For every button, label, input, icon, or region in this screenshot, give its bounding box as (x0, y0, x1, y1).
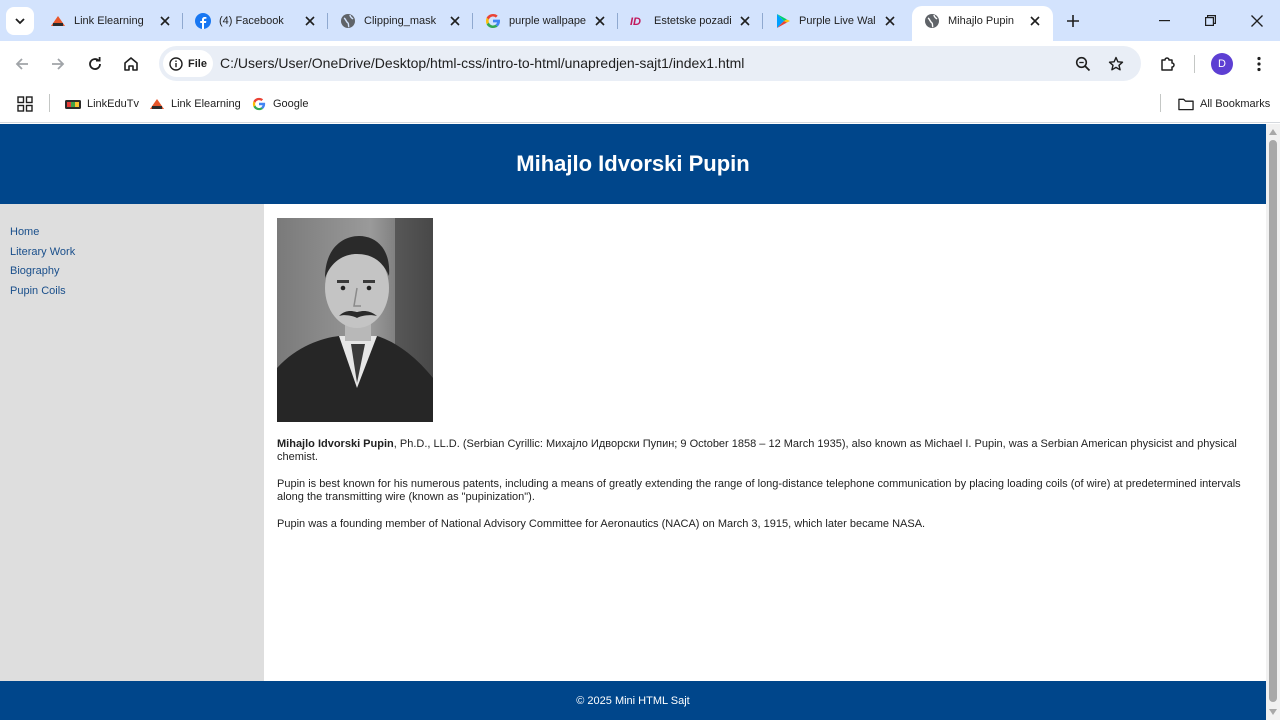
tab-mihajlo-pupin[interactable]: Mihajlo Pupin (912, 6, 1053, 41)
new-tab-button[interactable] (1060, 8, 1086, 34)
tab-facebook[interactable]: (4) Facebook (183, 7, 328, 35)
page-scrollbar[interactable] (1266, 124, 1280, 720)
bookmark-google[interactable]: Google (251, 94, 308, 114)
folder-icon (1178, 96, 1194, 112)
play-store-icon (775, 13, 791, 29)
star-icon (1108, 56, 1124, 71)
all-bookmarks-button[interactable]: All Bookmarks (1178, 94, 1270, 114)
globe-icon (340, 13, 356, 29)
close-icon[interactable] (1027, 13, 1043, 29)
linkedutv-icon (65, 96, 81, 112)
naca-paragraph: Pupin was a founding member of National … (277, 518, 926, 530)
nav-link-biography[interactable]: Biography (10, 262, 264, 282)
page-title: Mihajlo Idvorski Pupin (516, 151, 750, 176)
minimize-button[interactable] (1141, 0, 1187, 41)
bookmark-label: Link Elearning (171, 98, 241, 110)
link-elearning-icon (149, 96, 165, 112)
restore-button[interactable] (1187, 0, 1233, 41)
estetske-icon: ID (630, 13, 646, 29)
profile-avatar[interactable]: D (1211, 53, 1233, 75)
tab-strip: Link Elearning (4) Facebook Clipping_mas… (0, 0, 1280, 41)
scroll-up-icon[interactable] (1268, 127, 1278, 137)
nav-link-home[interactable]: Home (10, 223, 264, 243)
menu-button[interactable] (1245, 50, 1273, 78)
web-page: Mihajlo Idvorski Pupin Home Literary Wor… (0, 124, 1266, 720)
home-button[interactable] (117, 50, 145, 78)
facebook-icon (195, 13, 211, 29)
bookmark-label: Google (273, 98, 309, 110)
nav-link-literary-work[interactable]: Literary Work (10, 243, 264, 263)
patents-paragraph: Pupin is best known for his numerous pat… (277, 478, 1241, 503)
browser-toolbar: File C:/Users/User/OneDrive/Desktop/html… (0, 41, 1280, 86)
tab-purple-live-wallpapers[interactable]: Purple Live Wallpapers (763, 7, 908, 35)
globe-icon (924, 13, 940, 29)
info-icon (169, 56, 183, 71)
close-icon (1251, 14, 1263, 27)
reload-icon (89, 57, 101, 70)
bookmark-linkedutv[interactable]: LinkEduTv (65, 94, 139, 114)
all-bookmarks-label: All Bookmarks (1200, 98, 1271, 110)
address-bar[interactable]: File C:/Users/User/OneDrive/Desktop/html… (159, 46, 1141, 81)
close-icon[interactable] (157, 13, 173, 29)
site-footer: © 2025 Mini HTML Sajt (0, 681, 1266, 720)
back-button[interactable] (8, 50, 36, 78)
plus-icon (1067, 15, 1079, 27)
arrow-left-icon (15, 58, 28, 70)
tab-search-button[interactable] (6, 7, 34, 35)
chip-label: File (188, 57, 207, 70)
tab-clipping-mask[interactable]: Clipping_mask (328, 7, 473, 35)
reload-button[interactable] (81, 50, 109, 78)
close-window-button[interactable] (1234, 0, 1280, 41)
tab-estetske-pozadine[interactable]: ID Estetske pozadine (618, 7, 763, 35)
close-icon[interactable] (447, 13, 463, 29)
site-header: Mihajlo Idvorski Pupin (0, 124, 1266, 204)
bookmark-star-button[interactable] (1104, 52, 1128, 76)
tab-link-elearning[interactable]: Link Elearning (38, 7, 183, 35)
arrow-right-icon (52, 58, 65, 70)
scroll-down-icon[interactable] (1268, 707, 1278, 717)
google-icon (485, 13, 501, 29)
forward-button[interactable] (44, 50, 72, 78)
home-icon (124, 57, 138, 71)
intro-text: , Ph.D., LL.D. (Serbian Cyrillic: Михајл… (277, 438, 1237, 463)
footer-text: © 2025 Mini HTML Sajt (576, 694, 690, 707)
bookmark-link-elearning[interactable]: Link Elearning (149, 94, 241, 114)
url-text[interactable]: C:/Users/User/OneDrive/Desktop/html-css/… (220, 55, 744, 71)
nav-link-pupin-coils[interactable]: Pupin Coils (10, 282, 264, 302)
close-icon[interactable] (737, 13, 753, 29)
puzzle-icon (1161, 57, 1175, 71)
sidebar-nav: Home Literary Work Biography Pupin Coils (0, 204, 264, 681)
google-icon (251, 96, 267, 112)
bookmark-label: LinkEduTv (87, 98, 139, 110)
tab-purple-wallpaper[interactable]: purple wallpaper (473, 7, 618, 35)
main-content: Mihajlo Idvorski Pupin, Ph.D., LL.D. (Se… (264, 204, 1266, 681)
chevron-down-icon (15, 18, 25, 25)
apps-grid-icon (17, 96, 33, 112)
bookmarks-bar: LinkEduTv Link Elearning Google All Book… (0, 86, 1280, 123)
minimize-icon (1158, 19, 1170, 21)
close-icon[interactable] (592, 13, 608, 29)
close-icon[interactable] (882, 13, 898, 29)
site-info-chip[interactable]: File (163, 50, 213, 77)
link-elearning-icon (50, 13, 66, 29)
more-vert-icon (1257, 56, 1261, 72)
intro-paragraph: Mihajlo Idvorski Pupin, Ph.D., LL.D. (Se… (277, 438, 1253, 464)
close-icon[interactable] (302, 13, 318, 29)
zoom-icon (1075, 56, 1091, 72)
extensions-button[interactable] (1154, 50, 1182, 78)
svg-text:ID: ID (630, 16, 641, 28)
portrait-photo (277, 218, 433, 422)
apps-button[interactable] (17, 94, 33, 114)
scroll-thumb[interactable] (1269, 140, 1277, 702)
zoom-button[interactable] (1071, 52, 1095, 76)
restore-icon (1204, 15, 1216, 26)
intro-name-bold: Mihajlo Idvorski Pupin (277, 438, 394, 450)
